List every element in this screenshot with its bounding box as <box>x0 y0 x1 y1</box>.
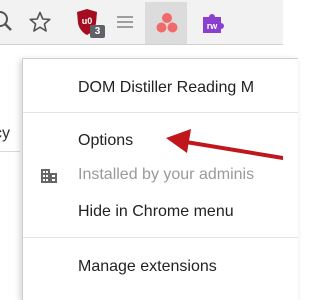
browser-toolbar: u0 3 rw <box>0 0 283 44</box>
asana-icon[interactable] <box>155 11 179 35</box>
menu-item-label: DOM Distiller Reading M <box>78 79 255 96</box>
menu-item-dom-distiller[interactable]: DOM Distiller Reading M <box>23 73 298 103</box>
rw-icon[interactable]: rw <box>200 11 224 35</box>
menu-item-label: Hide in Chrome menu <box>78 203 234 220</box>
star-icon[interactable] <box>28 10 52 34</box>
toolbar-divider <box>0 44 283 45</box>
page-fragment-text: cy <box>0 125 10 142</box>
menu-separator <box>23 112 298 113</box>
menu-item-label: Options <box>78 132 134 149</box>
building-icon <box>41 169 57 183</box>
menu-item-manage-extensions[interactable]: Manage extensions <box>23 252 298 282</box>
menu-item-label: Installed by your adminis <box>78 166 255 183</box>
menu-item-installed-by-admin: Installed by your adminis <box>23 160 298 190</box>
page-content-fragment: cy <box>0 45 20 299</box>
extension-context-menu: DOM Distiller Reading M Options Installe… <box>22 58 298 300</box>
ublock-badge: 3 <box>90 25 105 38</box>
menu-item-options[interactable]: Options <box>23 126 298 156</box>
page-divider <box>0 151 20 152</box>
reader-icon[interactable] <box>115 12 135 32</box>
menu-separator <box>23 237 298 238</box>
svg-text:rw: rw <box>207 21 219 31</box>
menu-item-hide-in-chrome-menu[interactable]: Hide in Chrome menu <box>23 197 298 227</box>
search-icon[interactable] <box>0 8 18 34</box>
menu-item-label: Manage extensions <box>78 258 217 275</box>
